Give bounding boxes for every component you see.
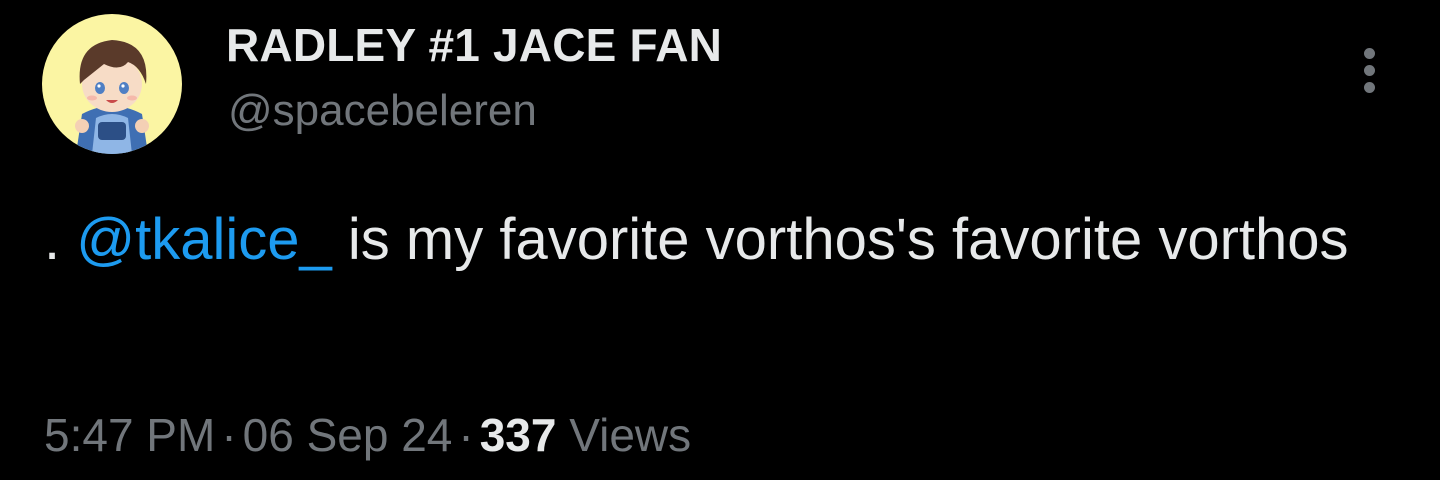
tweet-date[interactable]: 06 Sep 24 (243, 409, 453, 461)
tweet-time[interactable]: 5:47 PM (44, 409, 215, 461)
tweet-metadata: 5:47 PM · 06 Sep 24 · 337 Views (44, 408, 691, 462)
more-dot (1364, 48, 1375, 59)
meta-separator: · (221, 409, 237, 461)
more-options-button[interactable] (1350, 40, 1390, 100)
tweet-text-body: is my favorite vorthos's favorite vortho… (331, 207, 1349, 272)
mention-link[interactable]: @tkalice_ (76, 207, 332, 272)
tweet-text-prefix: . (44, 207, 77, 272)
author-handle[interactable]: @spacebeleren (228, 86, 537, 136)
meta-separator: · (458, 409, 474, 461)
profile-avatar[interactable] (42, 14, 182, 154)
author-display-name[interactable]: RADLEY #1 JACE FAN (226, 18, 722, 72)
tweet-card: RADLEY #1 JACE FAN @spacebeleren . @tkal… (0, 0, 1440, 480)
more-dot (1364, 82, 1375, 93)
views-label: Views (569, 409, 692, 461)
more-dot (1364, 65, 1375, 76)
chibi-character-avatar-icon (75, 40, 149, 154)
view-count: 337 (479, 409, 557, 461)
tweet-text: . @tkalice_ is my favorite vorthos's fav… (44, 196, 1404, 284)
